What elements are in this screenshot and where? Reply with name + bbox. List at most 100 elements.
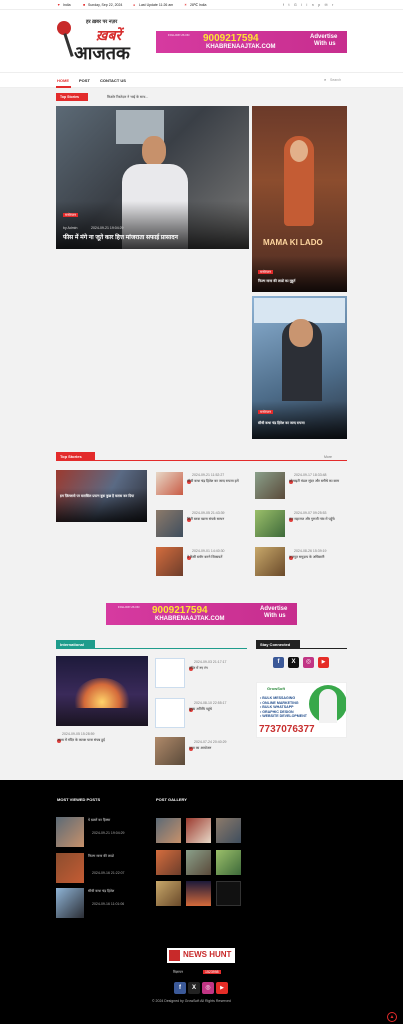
mid-ad-right2: With us [264, 613, 286, 619]
mid-ad-right1: Advertise [260, 606, 288, 612]
tops-c1-thumb-3[interactable] [156, 547, 183, 576]
growsoft-person [319, 689, 337, 723]
footer-views: 1523998 [203, 970, 221, 975]
side-card-1[interactable] [252, 106, 347, 292]
stay-youtube-icon[interactable]: ▶ [318, 657, 329, 668]
tops-c2-date-text-2: 2024-09-07 09:25:53 [294, 511, 327, 515]
tops-c1-title-1[interactable]: सीधी कथा चंद्र हितेश का जल्द रायजा हमें [187, 479, 244, 483]
hero-image[interactable] [56, 106, 249, 249]
tops-c2-thumb-3[interactable] [255, 547, 285, 576]
viewed-title-1[interactable]: ये ख़बरें का हिस्सा [88, 818, 144, 822]
tops-c1-thumb-2[interactable] [156, 510, 183, 537]
logo-tagline: हर ख़बर पर नज़र [86, 19, 118, 25]
side2-category[interactable]: मनोरंजन [258, 410, 273, 415]
search-icon[interactable]: ⌕ [324, 77, 326, 82]
gallery-item-3[interactable] [216, 818, 241, 843]
tops-c1-thumb-1[interactable] [156, 472, 183, 495]
search-input[interactable]: Search [330, 78, 341, 82]
footer-copyright: © 2024 Designed by GrowSoft All Rights R… [152, 999, 231, 1003]
mail-icon[interactable]: ✉ [325, 3, 332, 7]
gallery-item-7[interactable] [156, 881, 181, 906]
footer-logo[interactable]: NEWS HUNT [167, 948, 235, 963]
tops-c2-thumb-2[interactable] [255, 510, 285, 537]
intl-thumb-2[interactable] [155, 698, 185, 728]
tops-c2-thumb-1[interactable] [255, 472, 285, 499]
viewed-thumb-1[interactable] [56, 817, 84, 847]
topbar-update: Last Update 11:26 am [139, 3, 174, 7]
nav-post[interactable]: POST [79, 78, 90, 83]
footer-gallery-heading: POST GALLERY [156, 797, 187, 802]
tops-c1-title-2[interactable]: सिटी बरवा खाना संपर्क साधन [187, 517, 244, 521]
scroll-top-button[interactable]: ▲ [387, 1012, 397, 1022]
tops-c2-title-2[interactable]: संत महाराज और गुरुजी गांव में पहुँचे [289, 517, 345, 521]
side2-title[interactable]: सीधी कथा चंद्र हितेश का जल्द रायजा [258, 421, 343, 425]
hero-title[interactable]: फीस में मंगे ना जूते कार हित्त मांजराता … [63, 233, 178, 241]
footer-youtube-icon[interactable]: ▶ [216, 982, 228, 994]
viewed-date-3: 2024-09-16 11:01:06 [92, 902, 125, 906]
viewed-title-2[interactable]: फिल्म मामा की लाडो [88, 854, 144, 858]
footer-facebook-icon[interactable]: f [174, 982, 186, 994]
mid-ad-banner[interactable]: FOLLOW US ON 9009217594 KHABRENAAJTAK.CO… [106, 603, 297, 625]
ticker-text[interactable]: किशोर रिश्तेदार ने भाई के साथ... [107, 95, 148, 99]
intl-date-2: 2024-08-10 22:55:17 [194, 701, 227, 705]
tops-c2-title-1[interactable]: सोसाइटी मंडल सुंदर और बगीचे का काम [289, 479, 345, 483]
site-logo[interactable]: हर ख़बर पर नज़र ख़बरें आजतक [57, 18, 132, 66]
linkedin-icon[interactable]: in [306, 3, 318, 7]
intl-thumb-1[interactable] [155, 658, 185, 688]
stay-label: Stay Connected [260, 642, 291, 647]
viewed-thumb-3[interactable] [56, 888, 84, 918]
stay-instagram-icon[interactable]: ◎ [303, 657, 314, 668]
tops-more-link[interactable]: More [324, 455, 332, 459]
gallery-item-2[interactable] [186, 818, 211, 843]
nav-contact[interactable]: CONTACT US [100, 78, 126, 83]
viewed-title-3[interactable]: सीधी कथा चंद्र हितेश [88, 889, 144, 893]
tops-label: Top Stories [60, 454, 82, 459]
ad-phone: 9009217594 [203, 33, 259, 44]
topbar-date: Sunday, Sep 22, 2024 [88, 3, 123, 7]
intl-big-image[interactable] [56, 656, 148, 726]
rss-icon[interactable]: r [332, 3, 338, 7]
tops-c1-title-3[interactable]: ये कैसी ब्लॉग करने शिकायतें [187, 555, 244, 559]
footer-logo-mark [169, 950, 180, 961]
mid-ad-phone: 9009217594 [152, 605, 208, 616]
footer-x-icon[interactable]: X [188, 982, 200, 994]
gallery-item-8[interactable] [186, 881, 211, 906]
intl-thumb-3[interactable] [155, 737, 185, 765]
nav-home[interactable]: HOME [57, 78, 69, 83]
hero-category[interactable]: मनोरंजन [63, 213, 78, 218]
tops-big-title[interactable]: इम ज़िल्लासे पर बतासिल प्रयत्न बुक कुछ ह… [60, 494, 144, 498]
side1-caption[interactable]: फिल्म मामा की लाडो का मुहूर्त [258, 279, 343, 283]
growsoft-phone: 7737076377 [259, 724, 315, 735]
stay-facebook-icon[interactable]: f [273, 657, 284, 668]
ad-site: KHABRENAAJTAK.COM [206, 44, 276, 50]
gallery-item-1[interactable] [156, 818, 181, 843]
weather-icon: ☀ [184, 3, 188, 7]
header-ad-banner[interactable]: FOLLOW US ON 9009217594 KHABRENAAJTAK.CO… [156, 31, 347, 53]
viewed-thumb-2[interactable] [56, 853, 84, 883]
page: ▼ India ■ Sunday, Sep 22, 2024 ● Last Up… [0, 0, 403, 1024]
tops-c2-date-text-3: 2024-08-26 15:39:19 [294, 549, 327, 553]
growsoft-ad[interactable]: GrowSoft • BULK MESSAGING • ONLINE MARKE… [256, 682, 347, 738]
gallery-item-4[interactable] [156, 850, 181, 875]
growsoft-services: • BULK MESSAGING • ONLINE MARKETING • BU… [260, 696, 307, 719]
footer-tagline: विज्ञापन [173, 970, 183, 974]
tops-c2-title-3[interactable]: राजपूत समुदाय के अधिकारी [289, 555, 345, 559]
hero-person-head [142, 136, 166, 166]
intl-title-3[interactable]: यात्रा का आयोजन [189, 746, 245, 750]
tops-c1-date-text-2: 2024-09-05 21:43:39 [192, 511, 225, 515]
tops-c2-date-text-1: 2024-09-17 18:33:48 [294, 473, 327, 477]
calendar-icon: ■ [83, 3, 86, 7]
side1-category[interactable]: मनोरंजन [258, 270, 273, 275]
intl-big-title[interactable]: अवध में मंदिर के कलश यात्रा संपन्न हुई [57, 738, 147, 742]
intl-title-1[interactable]: मंदिर में नए रंग [189, 666, 245, 670]
side-card-2[interactable] [252, 296, 347, 439]
stay-x-icon[interactable]: X [288, 657, 299, 668]
gallery-item-9[interactable] [216, 881, 241, 906]
intl-title-2[interactable]: मुख्य अतिथि पहुंचे [189, 707, 245, 711]
footer-instagram-icon[interactable]: ◎ [202, 982, 214, 994]
side1-title: MAMA KI LADO [263, 238, 323, 247]
gallery-item-6[interactable] [216, 850, 241, 875]
gallery-item-5[interactable] [186, 850, 211, 875]
side1-face [290, 140, 308, 162]
nav-home-underline [56, 86, 71, 88]
